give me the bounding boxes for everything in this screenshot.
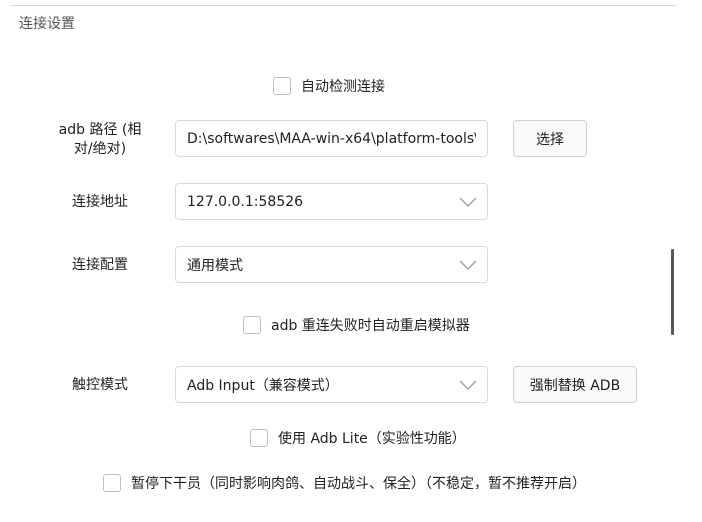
adb-path-field[interactable]: [175, 120, 488, 157]
restart-emulator-checkbox-row[interactable]: adb 重连失败时自动重启模拟器: [243, 315, 470, 335]
pause-operator-label: 暂停下干员（同时影响肉鸽、自动战斗、保全）（不稳定，暂不推荐开启）: [131, 476, 586, 492]
chevron-down-icon[interactable]: [459, 380, 477, 390]
touch-mode-value: Adb Input（兼容模式）: [187, 377, 339, 394]
address-label: 连接地址: [72, 194, 128, 210]
vertical-scrollbar[interactable]: [671, 249, 674, 335]
chevron-down-icon[interactable]: [459, 197, 477, 207]
adb-path-label-line2: 对/绝对): [73, 141, 127, 157]
address-combobox[interactable]: 127.0.0.1:58526: [175, 183, 488, 220]
top-divider: [10, 5, 676, 6]
auto-detect-label: 自动检测连接: [301, 79, 385, 95]
restart-emulator-checkbox[interactable]: [243, 316, 261, 334]
config-label: 连接配置: [72, 257, 128, 273]
adb-lite-checkbox-row[interactable]: 使用 Adb Lite（实验性功能）: [250, 428, 466, 448]
adb-path-label-line1: adb 路径 (相: [58, 122, 142, 138]
config-select[interactable]: 通用模式: [175, 246, 488, 283]
connection-settings-panel: 连接设置 自动检测连接 adb 路径 (相 对/绝对) 选择 连接地址 127.…: [0, 0, 702, 522]
config-value: 通用模式: [187, 257, 243, 274]
touch-mode-label: 触控模式: [72, 377, 128, 393]
address-value[interactable]: 127.0.0.1:58526: [187, 194, 476, 210]
touch-mode-select[interactable]: Adb Input（兼容模式）: [175, 366, 488, 403]
auto-detect-checkbox[interactable]: [273, 77, 291, 95]
force-replace-adb-button[interactable]: 强制替换 ADB: [513, 366, 637, 403]
select-path-button[interactable]: 选择: [513, 120, 587, 157]
pause-operator-checkbox[interactable]: [103, 474, 121, 492]
adb-lite-label: 使用 Adb Lite（实验性功能）: [278, 431, 466, 447]
auto-detect-checkbox-row[interactable]: 自动检测连接: [273, 76, 385, 96]
section-title: 连接设置: [19, 16, 75, 32]
adb-path-label: adb 路径 (相 对/绝对): [40, 121, 160, 159]
chevron-down-icon[interactable]: [459, 260, 477, 270]
pause-operator-checkbox-row[interactable]: 暂停下干员（同时影响肉鸽、自动战斗、保全）（不稳定，暂不推荐开启）: [103, 473, 586, 493]
restart-emulator-label: adb 重连失败时自动重启模拟器: [271, 318, 470, 334]
adb-path-input[interactable]: [187, 130, 476, 147]
adb-lite-checkbox[interactable]: [250, 429, 268, 447]
